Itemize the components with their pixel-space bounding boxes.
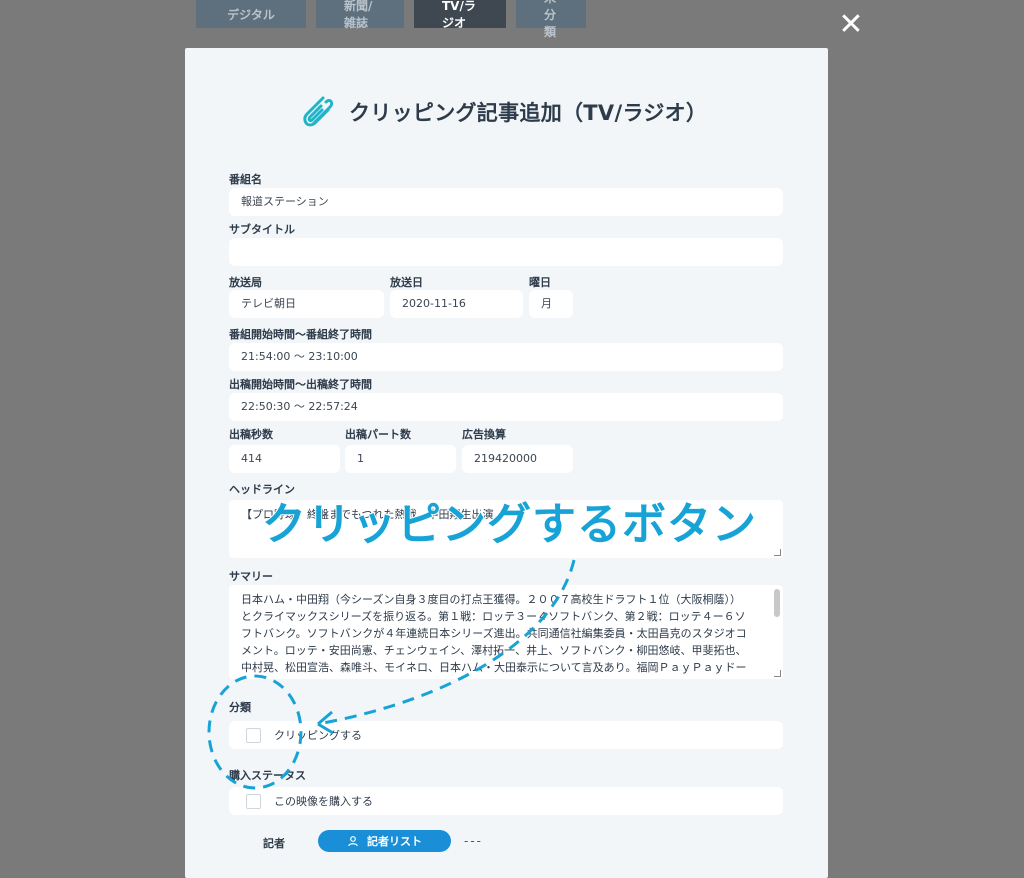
summary-line: 日本ハム・中田翔（今シーズン自身３度目の打点王獲得。２００７高校生ドラフト１位（… <box>241 593 741 606</box>
program-name-field[interactable]: 報道ステーション <box>229 188 783 216</box>
weekday-label: 曜日 <box>529 276 551 289</box>
ad-value-label: 広告換算 <box>462 428 506 441</box>
reporter-label: 記者 <box>263 837 285 850</box>
parts-label: 出稿パート数 <box>345 428 411 441</box>
reporter-value: --- <box>464 834 483 848</box>
annotation-callout-text: クリッピングするボタン <box>261 498 757 551</box>
clipping-checkbox-label: クリッピングする <box>274 729 362 742</box>
resize-handle[interactable] <box>774 549 781 556</box>
add-clipping-modal: クリッピング記事追加（TV/ラジオ） 番組名 報道ステーション サブタイトル 放… <box>185 48 828 878</box>
appearance-time-label: 出稿開始時間〜出稿終了時間 <box>229 378 372 391</box>
summary-scrollbar[interactable] <box>774 589 780 617</box>
summary-line: メント。ロッテ・安田尚憲、チェンウェイン、澤村拓一、井上、ソフトバンク・柳田悠岐… <box>241 644 747 657</box>
modal-title: クリッピング記事追加（TV/ラジオ） <box>349 101 708 125</box>
summary-textarea[interactable]: 日本ハム・中田翔（今シーズン自身３度目の打点王獲得。２００７高校生ドラフト１位（… <box>229 585 783 679</box>
reporter-list-label: 記者リスト <box>367 835 422 848</box>
subtitle-field[interactable] <box>229 238 783 266</box>
seconds-label: 出稿秒数 <box>229 428 273 441</box>
program-name-label: 番組名 <box>229 173 262 186</box>
category-tabs: デジタル 新聞/雑誌 TV/ラジオ 未分類 <box>196 0 586 39</box>
seconds-field[interactable]: 414 <box>229 445 340 473</box>
air-date-label: 放送日 <box>390 276 423 289</box>
subtitle-label: サブタイトル <box>229 223 295 236</box>
purchase-checkbox[interactable] <box>246 793 261 809</box>
program-time-field[interactable]: 21:54:00 〜 23:10:00 <box>229 343 783 371</box>
tab-digital[interactable]: デジタル <box>196 0 306 28</box>
parts-field[interactable]: 1 <box>345 445 456 473</box>
weekday-field[interactable]: 月 <box>529 290 573 318</box>
purchase-checkbox-row[interactable]: この映像を購入する <box>229 787 783 815</box>
paperclip-icon <box>303 96 334 127</box>
tab-uncategorized[interactable]: 未分類 <box>516 0 586 39</box>
user-icon <box>348 836 358 847</box>
resize-handle[interactable] <box>774 670 781 677</box>
purchase-status-label: 購入ステータス <box>229 769 306 782</box>
summary-line: 中村晃、松田宣浩、森唯斗、モイネロ、日本ハム・大田泰示について言及あり。福岡Ｐａ… <box>241 661 747 674</box>
program-time-label: 番組開始時間〜番組終了時間 <box>229 328 372 341</box>
tab-newspaper-magazine[interactable]: 新聞/雑誌 <box>316 0 404 30</box>
station-label: 放送局 <box>229 276 262 289</box>
ad-value-field[interactable]: 219420000 <box>462 445 573 473</box>
reporter-list-button[interactable]: 記者リスト <box>318 830 451 852</box>
clipping-checkbox[interactable] <box>246 727 261 743</box>
appearance-time-field[interactable]: 22:50:30 〜 22:57:24 <box>229 393 783 421</box>
station-field[interactable]: テレビ朝日 <box>229 290 384 318</box>
tab-tv-radio[interactable]: TV/ラジオ <box>414 0 506 30</box>
summary-line: フトバンク。ソフトバンクが４年連続日本シリーズ進出。共同通信社編集委員・太田昌克… <box>241 627 747 640</box>
summary-label: サマリー <box>229 570 273 583</box>
close-icon[interactable]: ✕ <box>836 10 866 40</box>
modal-header: クリッピング記事追加（TV/ラジオ） <box>297 92 707 132</box>
category-label: 分類 <box>229 701 251 714</box>
clipping-checkbox-row[interactable]: クリッピングする <box>229 721 783 749</box>
summary-line: とクライマックスシリーズを振り返る。第１戦：ロッテ３ー４ソフトバンク、第２戦：ロ… <box>241 610 746 623</box>
purchase-checkbox-label: この映像を購入する <box>274 795 373 808</box>
air-date-field[interactable]: 2020-11-16 <box>390 290 523 318</box>
